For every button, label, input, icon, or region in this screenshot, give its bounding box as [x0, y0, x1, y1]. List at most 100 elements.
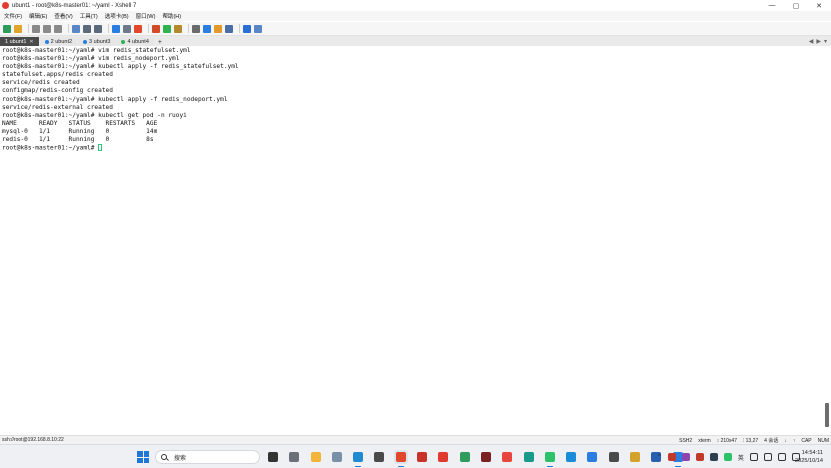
tab-ubunt4[interactable]: 4 ubunt4: [116, 37, 154, 46]
tray-wechat-icon[interactable]: [723, 453, 732, 461]
volume-icon[interactable]: [777, 453, 786, 461]
terminal-line: NAME READY STATUS RESTARTS AGE: [2, 119, 158, 127]
chat-icon[interactable]: [254, 24, 262, 33]
keyboard-icon[interactable]: [192, 24, 200, 33]
taskbar-clock[interactable]: 14:54:11 2025/10/14: [789, 449, 823, 465]
input-language-indicator[interactable]: 英: [738, 453, 744, 462]
edge-glyph: [523, 452, 534, 462]
scroll-up-icon[interactable]: ↑: [793, 438, 796, 444]
app-cube-icon[interactable]: [607, 450, 621, 464]
xftp-icon[interactable]: [134, 24, 142, 33]
terminal-line: root@k8s-master01:~/yaml# kubectl get po…: [2, 111, 187, 119]
app-tool-glyph: [374, 452, 385, 462]
menu-tab[interactable]: 选项卡(B): [105, 12, 129, 20]
tab-next-icon[interactable]: ▶: [816, 38, 821, 45]
app-bird-icon[interactable]: [585, 450, 599, 464]
tray-app1-icon[interactable]: [667, 453, 676, 461]
app-tool-icon[interactable]: [372, 450, 386, 464]
fullscreen-icon[interactable]: [163, 24, 171, 33]
app-bluegreen-icon[interactable]: [564, 450, 578, 464]
protocol-status: SSH2: [679, 437, 693, 444]
app-green-glyph: [459, 452, 470, 462]
compose-icon[interactable]: [214, 24, 222, 33]
script-icon[interactable]: [123, 24, 131, 33]
highlight-icon[interactable]: [203, 24, 211, 33]
tray-app3-icon[interactable]: [695, 453, 704, 461]
add-tab-button[interactable]: +: [155, 39, 165, 46]
search-placeholder: 搜索: [174, 455, 187, 462]
copy-icon[interactable]: [43, 24, 51, 33]
paste-icon[interactable]: [54, 24, 62, 33]
tray-overflow-chevron-icon[interactable]: ^: [658, 454, 661, 460]
print-icon[interactable]: [83, 24, 91, 33]
clock-time: 14:54:11: [801, 450, 823, 456]
windows-taskbar: 搜索 ^ 英 14:54:11 2025/10/14: [0, 444, 831, 468]
explorer-icon[interactable]: [309, 450, 323, 464]
chrome-icon[interactable]: [500, 450, 514, 464]
toolbar-separator: [239, 24, 240, 33]
vscode-glyph: [353, 452, 364, 462]
scrollbar-thumb[interactable]: [825, 403, 829, 427]
lock-icon[interactable]: [174, 24, 182, 33]
menu-help[interactable]: 帮助(H): [162, 12, 181, 20]
find-icon[interactable]: [72, 24, 80, 33]
app-red-icon[interactable]: [415, 450, 429, 464]
disconnect-icon[interactable]: [32, 24, 40, 33]
window-title: ubunt1 - root@k8s-master01: ~/yaml - Xsh…: [12, 2, 137, 9]
tab-ubunt2[interactable]: 2 ubunt2: [39, 37, 78, 46]
app-snail-icon[interactable]: [330, 450, 344, 464]
xagent-icon[interactable]: [152, 24, 160, 33]
menu-view[interactable]: 查看(V): [54, 12, 72, 20]
menu-tools[interactable]: 工具(T): [80, 12, 98, 20]
minimize-button[interactable]: —: [760, 0, 784, 11]
terminal-size-status: ↕ 210x47: [716, 437, 737, 444]
vscode-icon[interactable]: [351, 450, 365, 467]
terminal-line: root@k8s-master01:~/yaml# vim redis_node…: [2, 55, 180, 63]
toolbar-separator: [28, 24, 29, 33]
terminal-output[interactable]: root@k8s-master01:~/yaml# vim redis_stat…: [0, 46, 831, 435]
help-icon[interactable]: [243, 24, 251, 33]
menu-file[interactable]: 文件(F): [4, 12, 22, 20]
cursor-position-status: ⫶ 13,27: [743, 437, 759, 444]
xshell-icon[interactable]: [393, 450, 408, 467]
taskbar-search[interactable]: 搜索: [155, 450, 260, 464]
grid-icon[interactable]: [749, 453, 758, 461]
close-tab-icon[interactable]: ✕: [29, 39, 33, 45]
globe-icon[interactable]: [112, 24, 120, 33]
session-tab-bar: 1 ubunt1 ✕ 2 ubunt2 3 ubunt3 4 ubunt4 +: [0, 36, 831, 46]
menu-window[interactable]: 窗口(W): [136, 12, 156, 20]
tab-ubunt1[interactable]: 1 ubunt1 ✕: [0, 37, 39, 46]
edge-icon[interactable]: [522, 450, 536, 464]
system-tray: ^ 英: [658, 451, 806, 463]
tab-menu-icon[interactable]: ▾: [824, 38, 827, 45]
menu-edit[interactable]: 编辑(E): [29, 12, 47, 20]
tab-label: 3 ubunt3: [89, 38, 111, 45]
maximize-button[interactable]: ▢: [784, 0, 808, 11]
app-green-icon[interactable]: [458, 450, 472, 464]
session-status-icon: [44, 39, 49, 44]
scroll-down-icon[interactable]: ↓: [784, 438, 787, 444]
app-dark-icon[interactable]: [479, 450, 493, 464]
tab-ubunt3[interactable]: 3 ubunt3: [78, 37, 116, 46]
layout-icon[interactable]: [225, 24, 233, 33]
wifi-icon[interactable]: [763, 453, 772, 461]
terminal-scrollbar[interactable]: [823, 46, 831, 435]
app-redbox-icon[interactable]: [436, 450, 450, 464]
terminal-line: configmap/redis-config created: [2, 87, 113, 95]
windows-start-button[interactable]: [137, 451, 149, 463]
properties-icon[interactable]: [94, 24, 102, 33]
menu-bar: 文件(F) 编辑(E) 查看(V) 工具(T) 选项卡(B) 窗口(W) 帮助(…: [0, 11, 831, 21]
tray-app4-icon[interactable]: [709, 453, 718, 461]
new-session-icon[interactable]: [3, 24, 11, 33]
taskview-icon[interactable]: [266, 450, 280, 464]
toolbar-separator: [108, 24, 109, 33]
connection-address: ssh://root@192.168.8.10:22: [2, 437, 64, 443]
app-yellowframe-icon[interactable]: [628, 450, 642, 464]
wechat-icon[interactable]: [543, 450, 557, 467]
close-button[interactable]: ✕: [807, 0, 831, 11]
tray-app2-icon[interactable]: [681, 453, 690, 461]
tab-prev-icon[interactable]: ◀: [809, 38, 814, 45]
open-folder-icon[interactable]: [14, 24, 22, 33]
tab-label: 1 ubunt1: [5, 38, 27, 45]
settings-icon[interactable]: [287, 450, 301, 464]
